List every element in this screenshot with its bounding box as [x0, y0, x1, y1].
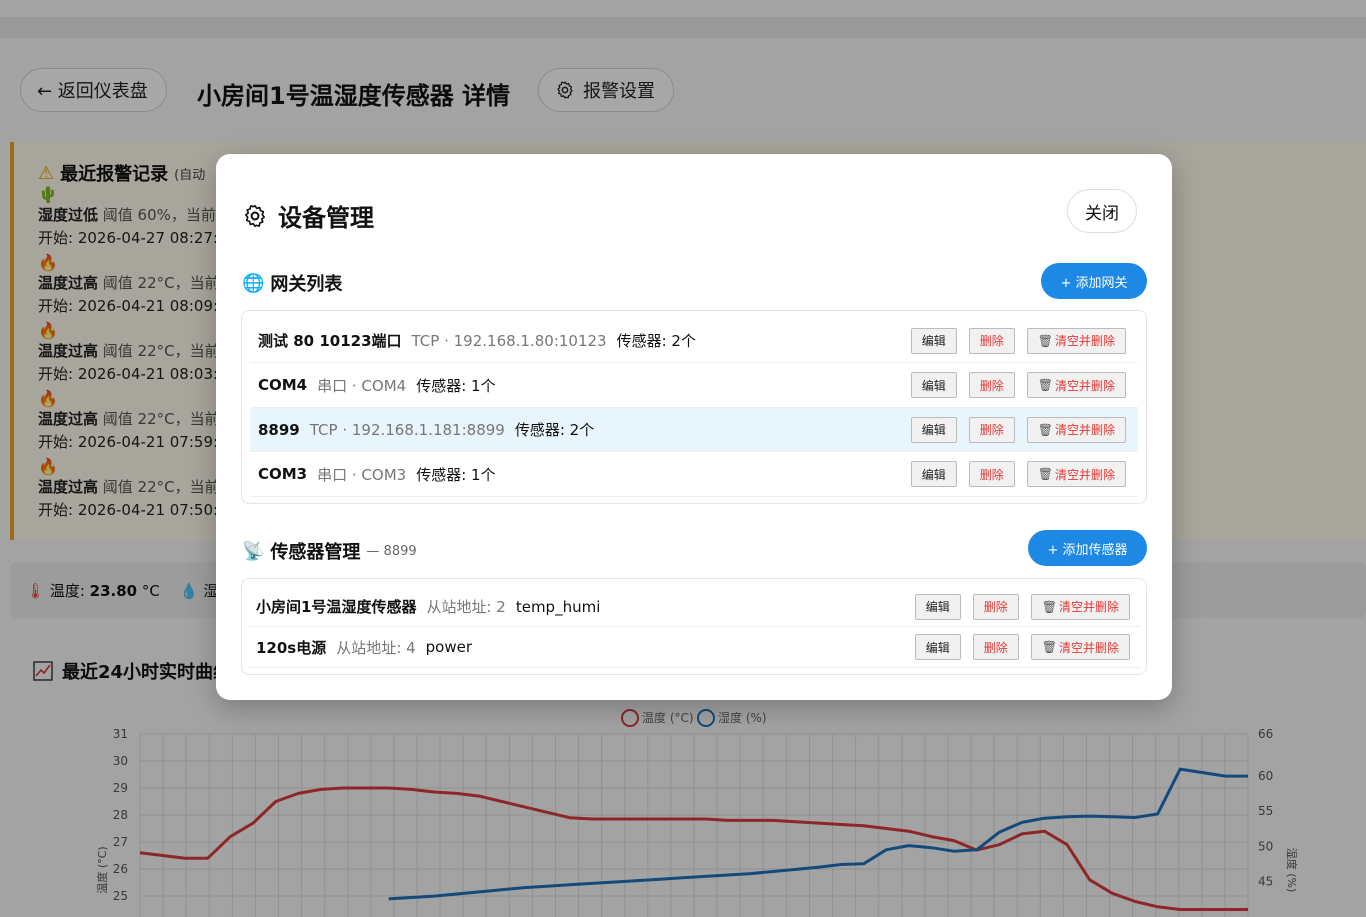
gateway-name: COM4 — [258, 376, 308, 394]
sensor-name: 小房间1号温湿度传感器 — [256, 598, 417, 616]
sensor-delete-button[interactable]: 删除 — [972, 593, 1019, 620]
row-actions: 编辑 删除 🗑 清空并删除 — [914, 634, 1130, 660]
gateway-delete-button[interactable]: 删除 — [968, 416, 1015, 443]
gateway-clear-delete-button[interactable]: 🗑 清空并删除 — [1026, 327, 1126, 354]
gateway-sensor-count: 传感器: 1个 — [416, 465, 496, 484]
gateway-meta: 串口 · COM4 — [317, 376, 407, 395]
add-sensor-button[interactable]: + 添加传感器 — [1028, 530, 1147, 566]
sensor-edit-button[interactable]: 编辑 — [914, 634, 961, 660]
sensor-slave-address: 从站地址: 2 — [426, 598, 506, 616]
gateway-name: 测试 80 10123端口 — [258, 332, 402, 350]
gateway-sensor-count: 传感器: 2个 — [514, 421, 595, 439]
gateway-name: COM3 — [258, 465, 308, 483]
close-button[interactable]: 关闭 — [1067, 189, 1137, 233]
gateway-edit-button[interactable]: 编辑 — [910, 372, 957, 398]
gateway-clear-delete-button[interactable]: 🗑 清空并删除 — [1026, 416, 1126, 443]
gateway-sensor-count: 传感器: 2个 — [616, 332, 696, 350]
sensor-list: 小房间1号温湿度传感器 从站地址: 2 temp_humi 编辑 删除 🗑 清空并删除 120… — [241, 578, 1147, 675]
trash-icon: 🗑 — [1037, 422, 1053, 437]
sensor-section-title: 📡 传感器管理 — 8899 — [242, 540, 417, 564]
gateway-clear-delete-button[interactable]: 🗑 清空并删除 — [1026, 461, 1126, 487]
sensor-clear-delete-button[interactable]: 🗑 清空并删除 — [1030, 593, 1130, 620]
sensor-row[interactable]: 小房间1号温湿度传感器 从站地址: 2 temp_humi 编辑 删除 🗑 清空并删除 — [248, 587, 1140, 627]
gateway-row[interactable]: 8899 TCP · 192.168.1.181:8899 传感器: 2个 编辑 删除 🗑… — [250, 408, 1138, 452]
gear-icon — [244, 204, 266, 227]
trash-icon: 🗑 — [1041, 599, 1057, 614]
gateway-delete-button[interactable]: 删除 — [968, 327, 1015, 354]
trash-icon: 🗑 — [1041, 640, 1057, 654]
trash-icon: 🗑 — [1037, 333, 1053, 348]
gateway-row[interactable]: 测试 80 10123端口 TCP · 192.168.1.80:10123 传感器… — [250, 319, 1138, 363]
gateway-name: 8899 — [258, 420, 300, 439]
row-actions: 编辑 删除 🗑 清空并删除 — [910, 327, 1126, 354]
gateway-clear-delete-button[interactable]: 🗑 清空并删除 — [1026, 372, 1126, 398]
gateway-meta: TCP · 192.168.1.181:8899 — [309, 420, 505, 439]
add-gateway-button[interactable]: + 添加网关 — [1041, 263, 1147, 299]
gateway-edit-button[interactable]: 编辑 — [910, 327, 957, 354]
sensor-name: 120s电源 — [256, 638, 327, 657]
gateway-row[interactable]: COM3 串口 · COM3 传感器: 1个 编辑 删除 🗑 清空并删除 — [250, 453, 1138, 497]
sensor-delete-button[interactable]: 删除 — [972, 634, 1019, 660]
row-actions: 编辑 删除 🗑 清空并删除 — [914, 593, 1130, 620]
globe-icon: 🌐 — [242, 272, 265, 294]
gateway-list: 测试 80 10123端口 TCP · 192.168.1.80:10123 传感器… — [241, 310, 1147, 504]
device-management-modal: 设备管理 关闭 🌐 网关列表 + 添加网关 测试 80 10123端口 TCP ·… — [216, 154, 1172, 700]
gateway-meta: 串口 · COM3 — [317, 465, 407, 484]
sensor-row[interactable]: 120s电源 从站地址: 4 power 编辑 删除 🗑 清空并删除 — [248, 628, 1140, 668]
sensor-type: power — [425, 638, 472, 656]
gateway-edit-button[interactable]: 编辑 — [910, 461, 957, 487]
sensor-type: temp_humi — [515, 597, 601, 616]
gateway-meta: TCP · 192.168.1.80:10123 — [411, 331, 607, 350]
gateway-edit-button[interactable]: 编辑 — [910, 416, 957, 443]
trash-icon: 🗑 — [1037, 378, 1053, 392]
gateway-section-title: 🌐 网关列表 — [242, 272, 343, 296]
trash-icon: 🗑 — [1037, 467, 1053, 481]
gateway-sensor-count: 传感器: 1个 — [416, 376, 496, 395]
row-actions: 编辑 删除 🗑 清空并删除 — [910, 461, 1126, 487]
gateway-row[interactable]: COM4 串口 · COM4 传感器: 1个 编辑 删除 🗑 清空并删除 — [250, 364, 1138, 408]
row-actions: 编辑 删除 🗑 清空并删除 — [910, 372, 1126, 398]
modal-title: 设备管理 — [242, 198, 374, 233]
sensor-edit-button[interactable]: 编辑 — [914, 593, 961, 620]
satellite-dish-icon: 📡 — [242, 540, 265, 562]
sensor-clear-delete-button[interactable]: 🗑 清空并删除 — [1030, 634, 1130, 660]
sensor-slave-address: 从站地址: 4 — [336, 638, 416, 657]
row-actions: 编辑 删除 🗑 清空并删除 — [910, 416, 1126, 443]
gateway-delete-button[interactable]: 删除 — [968, 372, 1015, 398]
gateway-delete-button[interactable]: 删除 — [968, 461, 1015, 487]
